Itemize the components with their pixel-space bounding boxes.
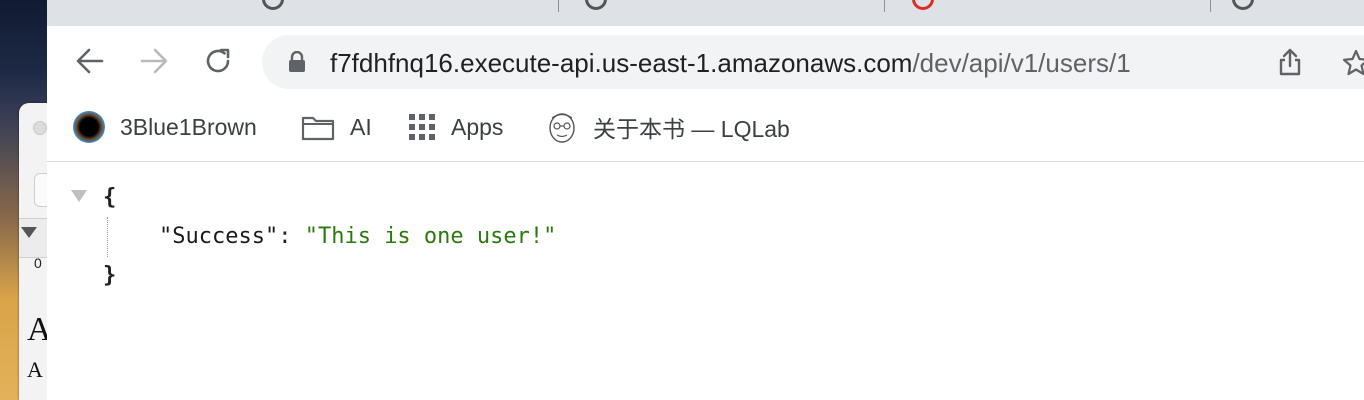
indent-guide <box>107 217 108 257</box>
bookmark-label: 3Blue1Brown <box>120 113 257 140</box>
tab-strip <box>47 0 1364 26</box>
lock-icon[interactable] <box>288 50 306 78</box>
forward-arrow-icon <box>140 48 168 74</box>
tab-separator <box>558 0 559 12</box>
tab-favicon-icon <box>912 0 934 10</box>
bookmark-lqlab[interactable]: 关于本书 — LQLab <box>546 110 790 144</box>
bookmark-label: Apps <box>451 113 504 140</box>
bookmark-3blue1brown[interactable]: 3Blue1Brown <box>73 110 257 144</box>
back-arrow-icon <box>76 48 104 74</box>
bookmark-star-button[interactable] <box>1342 49 1364 82</box>
tab-1[interactable] <box>262 0 482 12</box>
3blue1brown-icon <box>73 111 105 143</box>
avatar-sketch-icon <box>546 110 578 144</box>
tab-favicon-icon <box>585 0 607 10</box>
address-bar[interactable]: f7fdhfnq16.execute-api.us-east-1.amazona… <box>262 35 1364 89</box>
reload-button[interactable] <box>202 45 234 77</box>
bookmark-folder-ai[interactable]: AI <box>301 110 372 144</box>
filter-icon[interactable] <box>21 227 37 238</box>
bookmarks-bar: 3Blue1Brown AI Apps 关于本书 — LQLab <box>47 98 1364 162</box>
forward-button[interactable] <box>138 45 170 77</box>
folder-icon <box>301 113 335 141</box>
url-text[interactable]: f7fdhfnq16.execute-api.us-east-1.amazona… <box>330 48 1131 79</box>
json-string-value: "This is one user!" <box>304 224 557 249</box>
star-icon <box>1342 49 1364 76</box>
bookmark-label: 关于本书 — LQLab <box>593 116 790 142</box>
back-button[interactable] <box>74 45 106 77</box>
tab-separator <box>884 0 885 12</box>
json-property: "Success": "This is one user!" <box>159 224 556 249</box>
json-colon: : <box>278 224 305 249</box>
json-viewer: { "Success": "This is one user!" } <box>47 163 1364 400</box>
reload-icon <box>206 48 230 73</box>
tab-4[interactable] <box>1232 0 1364 12</box>
json-open-brace: { <box>103 185 117 210</box>
url-path: /dev/api/v1/users/1 <box>912 48 1131 78</box>
tab-separator <box>1210 0 1211 12</box>
bookmark-apps[interactable]: Apps <box>408 110 503 144</box>
browser-window: f7fdhfnq16.execute-api.us-east-1.amazona… <box>47 0 1364 400</box>
window-control-button[interactable] <box>33 121 47 135</box>
background-number: 0 <box>34 255 42 271</box>
share-button[interactable] <box>1277 47 1303 82</box>
tab-favicon-icon <box>262 0 284 10</box>
json-key: "Success" <box>159 224 279 249</box>
apps-grid-icon <box>408 113 436 141</box>
background-text-letter: A <box>27 357 43 382</box>
share-icon <box>1279 48 1301 76</box>
tab-3[interactable] <box>912 0 1202 12</box>
collapse-toggle-icon[interactable] <box>71 190 87 202</box>
json-close-brace: } <box>103 263 117 288</box>
browser-toolbar: f7fdhfnq16.execute-api.us-east-1.amazona… <box>47 26 1364 98</box>
url-host: f7fdhfnq16.execute-api.us-east-1.amazona… <box>330 48 913 78</box>
tab-favicon-icon <box>1232 0 1254 10</box>
tab-2[interactable] <box>585 0 865 12</box>
bookmark-label: AI <box>350 113 372 140</box>
